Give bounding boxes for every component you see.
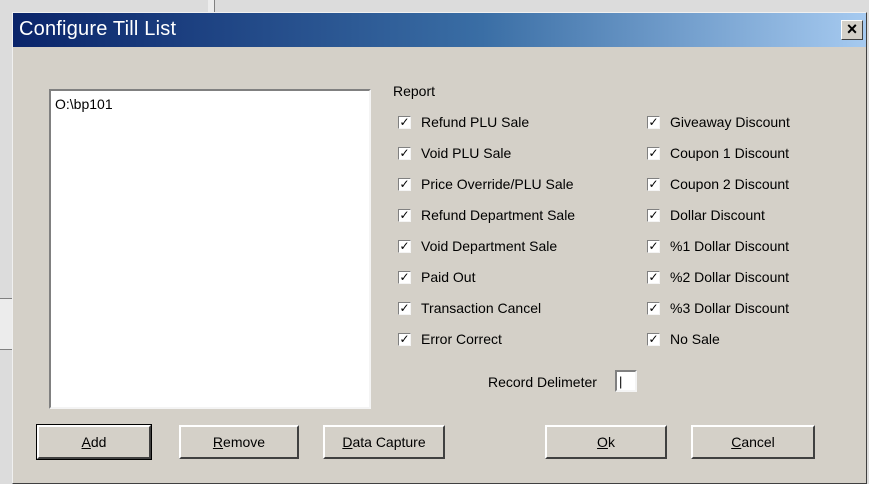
checkbox[interactable]: ✓ (398, 301, 411, 315)
till-list-box[interactable]: O:\bp101 (49, 89, 371, 409)
record-delimeter-input[interactable] (615, 370, 637, 392)
checkbox-label: Paid Out (421, 269, 476, 285)
checkbox-label: Refund Department Sale (421, 207, 576, 223)
data-capture-button[interactable]: Data Capture (323, 425, 445, 459)
report-checkbox-row[interactable]: ✓ Transaction Cancel (398, 297, 541, 319)
report-checkbox-row[interactable]: ✓ Refund Department Sale (398, 204, 575, 226)
checkbox[interactable]: ✓ (398, 208, 411, 222)
report-checkbox-row[interactable]: ✓ Price Override/PLU Sale (398, 173, 574, 195)
close-icon: × (846, 19, 858, 39)
checkbox[interactable]: ✓ (647, 146, 660, 160)
checkbox[interactable]: ✓ (398, 270, 411, 284)
report-group-label: Report (393, 83, 436, 99)
report-checkbox-row[interactable]: ✓ %2 Dollar Discount (647, 266, 789, 288)
checkbox-label: Coupon 2 Discount (670, 176, 790, 192)
report-checkbox-row[interactable]: ✓ Coupon 1 Discount (647, 142, 789, 164)
checkbox[interactable]: ✓ (398, 146, 411, 160)
close-button[interactable]: × (841, 20, 863, 40)
checkbox[interactable]: ✓ (647, 239, 660, 253)
add-button[interactable]: Add (36, 424, 152, 460)
remove-button[interactable]: Remove (179, 425, 299, 459)
background-window-edge (0, 298, 12, 350)
report-checkbox-row[interactable]: ✓ Giveaway Discount (647, 111, 790, 133)
report-checkbox-row[interactable]: ✓ %3 Dollar Discount (647, 297, 789, 319)
checkbox-label: Giveaway Discount (670, 114, 790, 130)
checkbox[interactable]: ✓ (398, 239, 411, 253)
checkbox-label: Price Override/PLU Sale (421, 176, 574, 192)
checkbox-label: %2 Dollar Discount (670, 269, 790, 285)
cancel-button[interactable]: Cancel (691, 425, 815, 459)
report-checkbox-row[interactable]: ✓ Void Department Sale (398, 235, 557, 257)
checkbox-label: %1 Dollar Discount (670, 238, 790, 254)
checkbox-label: Void PLU Sale (421, 145, 512, 161)
configure-till-list-dialog: Configure Till List × O:\bp101 Report ✓ R… (12, 12, 867, 484)
checkbox-label: Dollar Discount (670, 207, 765, 223)
checkbox-label: Refund PLU Sale (421, 114, 530, 130)
checkbox[interactable]: ✓ (647, 208, 660, 222)
report-checkbox-row[interactable]: ✓ Coupon 2 Discount (647, 173, 789, 195)
checkbox[interactable]: ✓ (647, 332, 660, 346)
checkbox[interactable]: ✓ (647, 270, 660, 284)
report-checkbox-row[interactable]: ✓ Paid Out (398, 266, 475, 288)
ok-button[interactable]: Ok (545, 425, 667, 459)
background-window-edge (208, 0, 215, 12)
report-checkbox-row[interactable]: ✓ Void PLU Sale (398, 142, 511, 164)
checkbox-label: No Sale (670, 331, 720, 347)
report-checkbox-row[interactable]: ✓ %1 Dollar Discount (647, 235, 789, 257)
record-delimeter-label: Record Delimeter (488, 374, 597, 390)
checkbox[interactable]: ✓ (647, 115, 660, 129)
report-checkbox-row[interactable]: ✓ Refund PLU Sale (398, 111, 529, 133)
title-bar[interactable]: Configure Till List × (13, 13, 866, 47)
window-title: Configure Till List (19, 18, 177, 40)
checkbox-label: Coupon 1 Discount (670, 145, 790, 161)
checkbox[interactable]: ✓ (398, 332, 411, 346)
checkbox[interactable]: ✓ (647, 301, 660, 315)
till-list-item[interactable]: O:\bp101 (55, 95, 365, 113)
report-checkbox-row[interactable]: ✓ Error Correct (398, 328, 502, 350)
checkbox[interactable]: ✓ (647, 177, 660, 191)
report-checkbox-row[interactable]: ✓ Dollar Discount (647, 204, 765, 226)
report-checkbox-row[interactable]: ✓ No Sale (647, 328, 720, 350)
checkbox-label: Transaction Cancel (421, 300, 542, 316)
checkbox-label: Void Department Sale (421, 238, 558, 254)
checkbox[interactable]: ✓ (398, 177, 411, 191)
checkbox-label: Error Correct (421, 331, 502, 347)
checkbox[interactable]: ✓ (398, 115, 411, 129)
checkbox-label: %3 Dollar Discount (670, 300, 790, 316)
